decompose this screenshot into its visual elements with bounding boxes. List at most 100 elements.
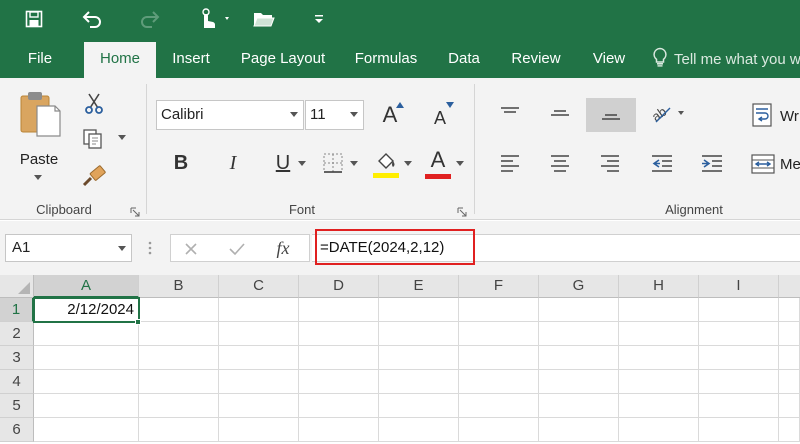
open-folder-icon[interactable] xyxy=(251,4,277,34)
cell-f6[interactable] xyxy=(459,418,539,442)
formula-bar-splitter[interactable] xyxy=(148,240,152,256)
font-launcher-icon[interactable] xyxy=(457,204,467,217)
cell-h4[interactable] xyxy=(619,370,699,394)
wrap-text-icon[interactable] xyxy=(748,100,778,130)
clipboard-launcher-icon[interactable] xyxy=(130,204,140,217)
orientation-icon[interactable]: ab xyxy=(648,98,688,128)
cell-e5[interactable] xyxy=(379,394,459,418)
cell-f2[interactable] xyxy=(459,322,539,346)
merge-center-icon[interactable] xyxy=(748,150,778,178)
wrap-text-label[interactable]: Wr xyxy=(780,106,800,126)
borders-dropdown-icon[interactable] xyxy=(348,158,360,168)
font-color-button[interactable]: A xyxy=(424,148,452,180)
cell-f1[interactable] xyxy=(459,298,539,322)
cell-i5[interactable] xyxy=(699,394,779,418)
tell-me-search[interactable]: Tell me what you w xyxy=(652,40,800,78)
column-header-b[interactable]: B xyxy=(139,275,219,298)
row-header-6[interactable]: 6 xyxy=(0,418,34,442)
cell-b5[interactable] xyxy=(139,394,219,418)
bold-button[interactable]: B xyxy=(166,148,196,178)
cell-c1[interactable] xyxy=(219,298,299,322)
cell-c6[interactable] xyxy=(219,418,299,442)
cell-j1[interactable] xyxy=(779,298,800,322)
align-left-icon[interactable] xyxy=(494,148,526,178)
increase-indent-icon[interactable] xyxy=(696,148,728,178)
cell-h5[interactable] xyxy=(619,394,699,418)
undo-icon[interactable] xyxy=(78,4,106,34)
cell-d2[interactable] xyxy=(299,322,379,346)
name-box[interactable]: A1 xyxy=(5,234,132,262)
save-icon[interactable] xyxy=(20,4,48,34)
grow-font-button[interactable]: A xyxy=(374,100,406,130)
cell-d3[interactable] xyxy=(299,346,379,370)
touch-mode-icon[interactable] xyxy=(194,4,234,34)
cell-g5[interactable] xyxy=(539,394,619,418)
column-header-h[interactable]: H xyxy=(619,275,699,298)
column-header-i[interactable]: I xyxy=(699,275,779,298)
row-header-2[interactable]: 2 xyxy=(0,322,34,346)
row-header-4[interactable]: 4 xyxy=(0,370,34,394)
fill-color-dropdown-icon[interactable] xyxy=(402,158,414,168)
cancel-icon[interactable] xyxy=(179,238,203,260)
row-header-1[interactable]: 1 xyxy=(0,298,34,322)
paste-icon[interactable] xyxy=(14,90,64,138)
column-header-c[interactable]: C xyxy=(219,275,299,298)
font-name-select[interactable]: Calibri xyxy=(156,100,304,130)
font-size-select[interactable]: 11 xyxy=(305,100,364,130)
cell-e1[interactable] xyxy=(379,298,459,322)
decrease-indent-icon[interactable] xyxy=(646,148,678,178)
underline-dropdown-icon[interactable] xyxy=(296,158,308,168)
cell-i4[interactable] xyxy=(699,370,779,394)
cell-b1[interactable] xyxy=(139,298,219,322)
cell-j4[interactable] xyxy=(779,370,800,394)
paste-label[interactable]: Paste xyxy=(14,150,64,168)
cell-j3[interactable] xyxy=(779,346,800,370)
bottom-align-icon[interactable] xyxy=(586,98,636,132)
cell-b4[interactable] xyxy=(139,370,219,394)
cell-i3[interactable] xyxy=(699,346,779,370)
column-header-g[interactable]: G xyxy=(539,275,619,298)
merge-center-label[interactable]: Me xyxy=(780,154,800,174)
cell-e3[interactable] xyxy=(379,346,459,370)
cell-g4[interactable] xyxy=(539,370,619,394)
cell-f4[interactable] xyxy=(459,370,539,394)
cell-a5[interactable] xyxy=(34,394,139,418)
insert-function-icon[interactable]: fx xyxy=(269,236,297,260)
cell-a6[interactable] xyxy=(34,418,139,442)
cell-f3[interactable] xyxy=(459,346,539,370)
cell-i1[interactable] xyxy=(699,298,779,322)
cell-f5[interactable] xyxy=(459,394,539,418)
tab-page-layout[interactable]: Page Layout xyxy=(234,40,332,78)
cell-h6[interactable] xyxy=(619,418,699,442)
middle-align-icon[interactable] xyxy=(544,98,576,128)
tab-formulas[interactable]: Formulas xyxy=(346,40,426,78)
tab-view[interactable]: View xyxy=(584,40,634,78)
tab-file[interactable]: File xyxy=(10,40,70,78)
cell-i2[interactable] xyxy=(699,322,779,346)
cell-d4[interactable] xyxy=(299,370,379,394)
cell-a3[interactable] xyxy=(34,346,139,370)
cell-c2[interactable] xyxy=(219,322,299,346)
align-right-icon[interactable] xyxy=(594,148,626,178)
cell-a4[interactable] xyxy=(34,370,139,394)
cell-d5[interactable] xyxy=(299,394,379,418)
cell-g3[interactable] xyxy=(539,346,619,370)
select-all-button[interactable] xyxy=(0,275,34,298)
format-painter-icon[interactable] xyxy=(80,164,108,190)
cell-j2[interactable] xyxy=(779,322,800,346)
shrink-font-button[interactable]: A xyxy=(424,100,456,130)
cell-b6[interactable] xyxy=(139,418,219,442)
cell-g6[interactable] xyxy=(539,418,619,442)
cell-c4[interactable] xyxy=(219,370,299,394)
cell-b2[interactable] xyxy=(139,322,219,346)
fill-bucket-icon[interactable] xyxy=(372,148,400,180)
cell-i6[interactable] xyxy=(699,418,779,442)
column-header-d[interactable]: D xyxy=(299,275,379,298)
row-header-3[interactable]: 3 xyxy=(0,346,34,370)
cell-a2[interactable] xyxy=(34,322,139,346)
tab-data[interactable]: Data xyxy=(440,40,488,78)
tab-home[interactable]: Home xyxy=(84,42,156,78)
check-icon[interactable] xyxy=(225,238,249,260)
scissors-icon[interactable] xyxy=(80,90,108,116)
column-header-e[interactable]: E xyxy=(379,275,459,298)
